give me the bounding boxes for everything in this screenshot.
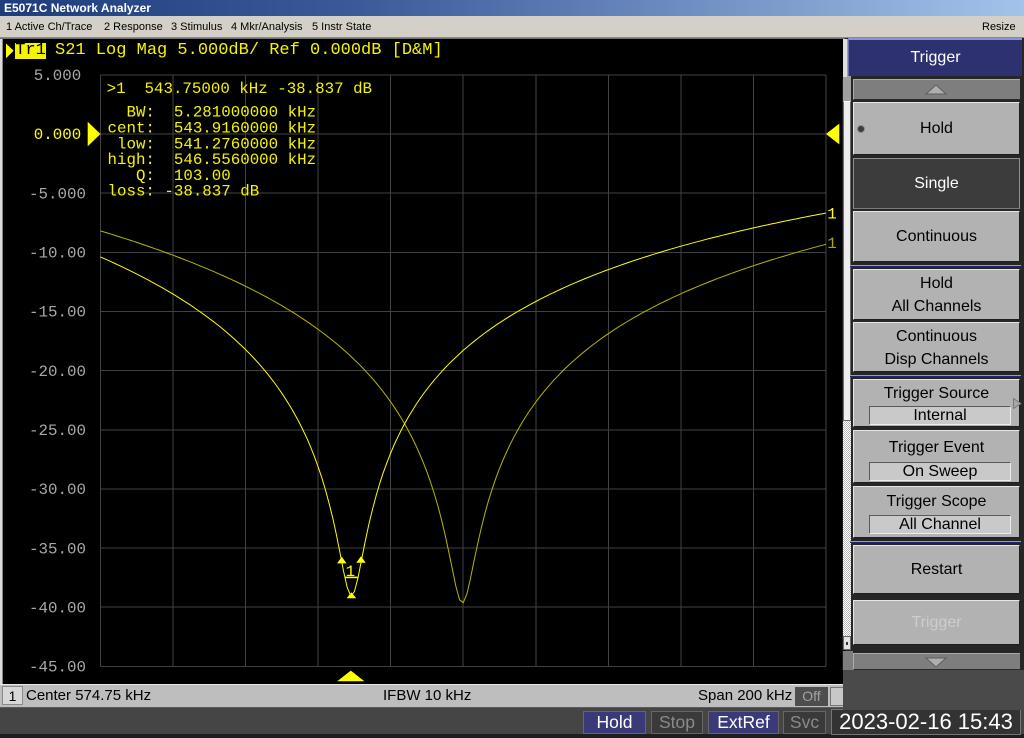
svg-text:1: 1 [346, 563, 355, 581]
svg-text:-15.00: -15.00 [29, 304, 86, 322]
svg-text:-25.00: -25.00 [29, 422, 86, 440]
svg-text:-10.00: -10.00 [29, 245, 86, 263]
svg-text:5.000: 5.000 [34, 67, 81, 85]
svg-text:-20.00: -20.00 [29, 363, 86, 381]
svg-text:1: 1 [827, 205, 836, 223]
svg-text:-35.00: -35.00 [29, 540, 86, 558]
svg-text:0.000: 0.000 [34, 126, 81, 144]
svg-text:loss: -38.837 dB: loss: -38.837 dB [108, 183, 260, 201]
svg-text:-45.00: -45.00 [29, 659, 86, 677]
svg-text:>1 543.75000 kHz -38.837 dB: >1 543.75000 kHz -38.837 dB [107, 80, 372, 98]
svg-text:-40.00: -40.00 [29, 599, 86, 617]
svg-text:-30.00: -30.00 [29, 481, 86, 499]
svg-text:-5.000: -5.000 [29, 185, 86, 203]
svg-text:1: 1 [827, 235, 836, 253]
